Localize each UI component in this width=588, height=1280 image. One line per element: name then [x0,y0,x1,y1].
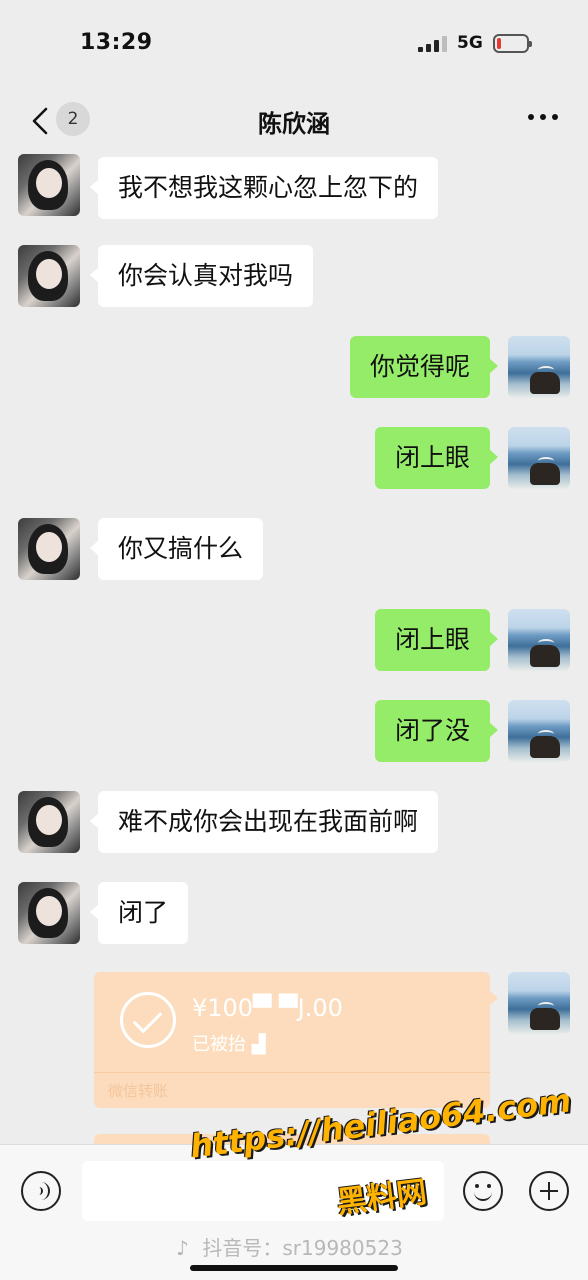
contact-avatar[interactable] [18,791,80,853]
contact-avatar[interactable] [18,245,80,307]
my-avatar[interactable] [508,972,570,1034]
transfer-label: 微信转账 [108,1082,169,1100]
message-list[interactable]: 我不想我这颗心忽上忽下的 你会认真对我吗 你觉得呢 闭上眼 你又搞什么 闭上眼 … [0,154,588,1144]
transfer-amount: ¥100▀ ▀J.00 [192,994,343,1022]
signal-icon [418,36,448,52]
contact-avatar[interactable] [18,882,80,944]
douyin-watermark: ♪ 抖音号：sr19980523 [176,1232,403,1261]
message-bubble-received[interactable]: 你会认真对我吗 [89,245,314,307]
plus-icon[interactable] [529,1171,569,1211]
message-bubble-sent[interactable]: 闭上眼 [374,427,499,489]
battery-icon [493,34,532,53]
douyin-id: 抖音号：sr19980523 [202,1236,403,1260]
my-avatar[interactable] [508,427,570,489]
my-avatar[interactable] [508,336,570,398]
contact-avatar[interactable] [18,518,80,580]
message-bubble-sent[interactable]: 闭了没 [374,700,499,762]
chat-title: 陈欣涵 [258,110,330,138]
transfer-status: 已被抬 ▟ [192,1034,266,1055]
message-bubble-received[interactable]: 我不想我这颗心忽上忽下的 [89,157,439,219]
more-icon[interactable] [528,114,558,124]
douyin-icon: ♪ [176,1236,189,1260]
message-bubble-sent[interactable]: 闭上眼 [374,609,499,671]
message-bubble-received[interactable]: 难不成你会出现在我面前啊 [89,791,439,853]
home-indicator [190,1265,398,1271]
my-avatar[interactable] [508,700,570,762]
network-type: 5G [457,33,483,53]
emoji-icon[interactable] [463,1171,503,1211]
check-circle-icon [120,992,176,1048]
divider [94,1072,490,1073]
message-bubble-received[interactable]: 闭了 [89,882,189,944]
message-bubble-sent[interactable]: 你觉得呢 [349,336,499,398]
contact-avatar[interactable] [18,154,80,216]
transfer-card[interactable]: ¥100▀ ▀J.00 已被抬 ▟ 微信转账 [94,972,498,1108]
status-bar: 13:29 5G [0,0,588,88]
message-bubble-received[interactable]: 你又搞什么 [89,518,264,580]
voice-icon[interactable] [21,1171,61,1211]
status-time: 13:29 [80,30,153,55]
chat-header: 2 陈欣涵 [0,88,588,154]
my-avatar[interactable] [508,609,570,671]
